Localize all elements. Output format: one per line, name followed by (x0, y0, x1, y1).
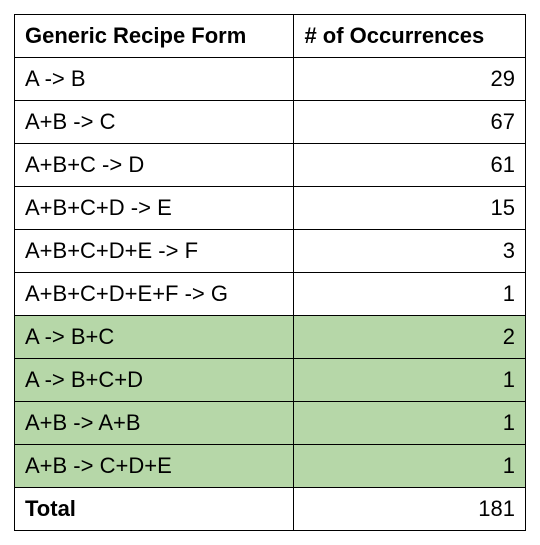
table-row: A -> B+C+D1 (15, 359, 526, 402)
cell-count: 15 (294, 187, 526, 230)
cell-count: 1 (294, 445, 526, 488)
cell-form: A+B+C+D+E -> F (15, 230, 294, 273)
recipe-occurrence-table: Generic Recipe Form # of Occurrences A -… (14, 14, 526, 531)
cell-count: 2 (294, 316, 526, 359)
cell-count: 3 (294, 230, 526, 273)
table-row: A+B -> A+B1 (15, 402, 526, 445)
cell-total-label: Total (15, 488, 294, 531)
cell-count: 1 (294, 273, 526, 316)
table-row: A+B -> C+D+E1 (15, 445, 526, 488)
cell-form: A+B -> A+B (15, 402, 294, 445)
cell-form: A -> B (15, 58, 294, 101)
table-row-total: Total181 (15, 488, 526, 531)
table-row: A -> B+C2 (15, 316, 526, 359)
table-row: A+B+C+D+E+F -> G1 (15, 273, 526, 316)
table-row: A+B+C+D -> E15 (15, 187, 526, 230)
cell-count: 67 (294, 101, 526, 144)
table-row: A+B+C -> D61 (15, 144, 526, 187)
cell-form: A -> B+C+D (15, 359, 294, 402)
cell-form: A+B -> C (15, 101, 294, 144)
table-row: A+B -> C67 (15, 101, 526, 144)
column-header-count: # of Occurrences (294, 15, 526, 58)
cell-total-value: 181 (294, 488, 526, 531)
cell-count: 1 (294, 402, 526, 445)
cell-form: A+B+C -> D (15, 144, 294, 187)
cell-count: 29 (294, 58, 526, 101)
cell-count: 61 (294, 144, 526, 187)
cell-form: A -> B+C (15, 316, 294, 359)
cell-count: 1 (294, 359, 526, 402)
column-header-form: Generic Recipe Form (15, 15, 294, 58)
table-row: A -> B29 (15, 58, 526, 101)
cell-form: A+B+C+D+E+F -> G (15, 273, 294, 316)
table-row: A+B+C+D+E -> F3 (15, 230, 526, 273)
cell-form: A+B+C+D -> E (15, 187, 294, 230)
cell-form: A+B -> C+D+E (15, 445, 294, 488)
